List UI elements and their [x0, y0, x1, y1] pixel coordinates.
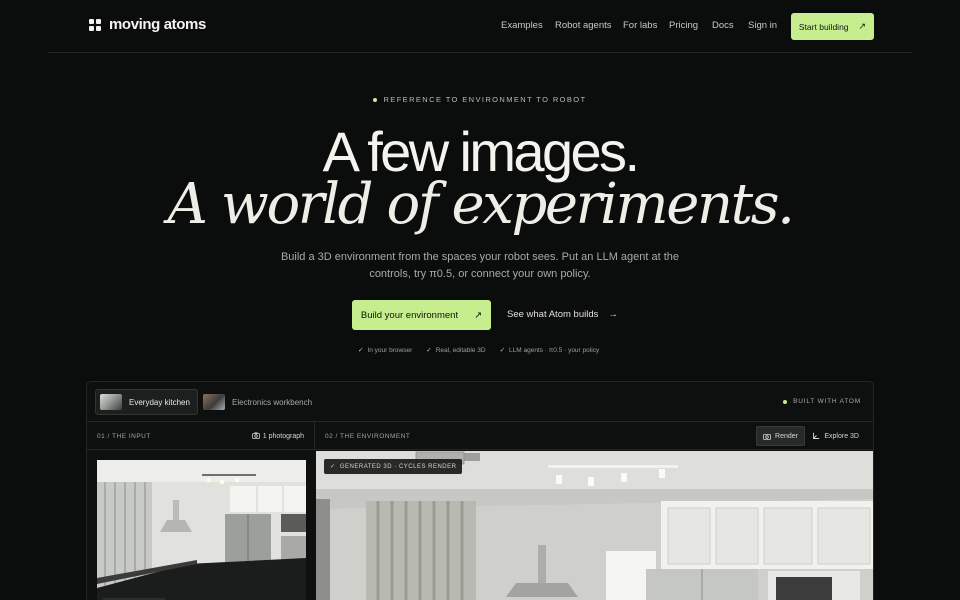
tab-label: Electronics workbench	[232, 397, 313, 407]
check-item: ✓ LLM agents · π0.5 · your policy	[500, 346, 600, 354]
built-with-label: BUILT WITH ATOM	[793, 398, 861, 405]
nav-divider	[48, 52, 912, 53]
arrow-up-right-icon: ↗	[858, 21, 867, 31]
render-mode-label: Render	[775, 432, 798, 440]
generated-render-badge: ✓ GENERATED 3D · CYCLES RENDER	[324, 459, 463, 474]
hero-eyebrow: REFERENCE TO ENVIRONMENT TO ROBOT	[0, 95, 960, 104]
render-mode-button[interactable]: Render	[756, 426, 805, 446]
brand-logo[interactable]: moving atoms	[89, 16, 206, 33]
see-what-atom-builds-label: See what Atom builds	[507, 309, 599, 320]
grid-logo-icon	[89, 18, 101, 31]
start-building-button[interactable]: Start building ↗	[791, 13, 874, 40]
badge-label: GENERATED 3D · CYCLES RENDER	[339, 464, 457, 470]
hero-subhead: Build a 3D environment from the spaces y…	[280, 251, 680, 280]
check-item-label: Real, editable 3D	[435, 347, 486, 354]
nav-link-pricing[interactable]: Pricing	[669, 20, 698, 31]
see-what-atom-builds-link[interactable]: See what Atom builds →	[507, 309, 618, 320]
demo-panel: Everyday kitchen Electronics workbench B…	[86, 381, 874, 600]
check-item: ✓ Real, editable 3D	[426, 346, 485, 354]
build-environment-button[interactable]: Build your environment ↗	[352, 300, 491, 330]
hero-headline-line-2: A world of experiments.	[167, 172, 794, 237]
check-icon: ✓	[330, 464, 336, 470]
check-icon: ✓	[499, 347, 506, 354]
nav-link-examples[interactable]: Examples	[501, 20, 543, 31]
nav-link-robot-agents[interactable]: Robot agents	[555, 20, 612, 31]
input-meta-label: 1 photograph	[262, 433, 304, 440]
kitchen-thumbnail	[100, 394, 122, 410]
build-environment-label: Build your environment	[360, 309, 459, 321]
check-item-label: In your browser	[367, 347, 413, 354]
demo-tabbar: Everyday kitchen Electronics workbench B…	[87, 382, 873, 422]
accent-dot-icon	[783, 399, 788, 404]
nav-link-sign-in[interactable]: Sign in	[748, 20, 777, 31]
check-item: ✓ In your browser	[358, 346, 412, 354]
explore-3d-mode-button[interactable]: Explore 3D	[806, 426, 865, 446]
tab-everyday-kitchen[interactable]: Everyday kitchen	[95, 389, 198, 415]
feature-checks: ✓ In your browser ✓ Real, editable 3D ✓ LLM…	[358, 346, 599, 354]
input-photograph	[97, 460, 306, 600]
check-item-label: LLM agents · π0.5 · your policy	[509, 347, 600, 354]
workbench-thumbnail	[203, 394, 225, 410]
arrow-up-right-icon: ↗	[474, 309, 483, 321]
input-column-header: 01 / THE INPUT 1 photograph	[87, 422, 315, 450]
nav-link-for-labs[interactable]: For labs	[623, 20, 657, 31]
start-building-label: Start building	[798, 21, 849, 32]
axes-icon	[813, 432, 820, 439]
top-nav: moving atoms Examples Robot agents For l…	[0, 0, 960, 52]
accent-dot-icon	[373, 98, 378, 103]
hero-eyebrow-text: REFERENCE TO ENVIRONMENT TO ROBOT	[383, 95, 587, 104]
brand-name: moving atoms	[109, 16, 206, 33]
environment-title: 02 / THE ENVIRONMENT	[325, 433, 411, 440]
input-title: 01 / THE INPUT	[97, 433, 151, 440]
arrow-right-icon: →	[608, 309, 618, 320]
check-icon: ✓	[358, 347, 364, 354]
tab-electronics-workbench[interactable]: Electronics workbench	[199, 389, 319, 415]
environment-column-header: 02 / THE ENVIRONMENT Render Explore 3D	[315, 422, 873, 450]
camera-icon	[251, 432, 260, 439]
built-with-atom: BUILT WITH ATOM	[783, 398, 861, 405]
check-icon: ✓	[426, 347, 432, 354]
environment-render: ✓ GENERATED 3D · CYCLES RENDER	[316, 451, 873, 600]
tab-label: Everyday kitchen	[129, 397, 190, 407]
camera-icon	[763, 433, 771, 440]
explore-3d-mode-label: Explore 3D	[824, 432, 859, 440]
input-meta: 1 photograph	[251, 432, 304, 440]
nav-link-docs[interactable]: Docs	[712, 20, 734, 31]
